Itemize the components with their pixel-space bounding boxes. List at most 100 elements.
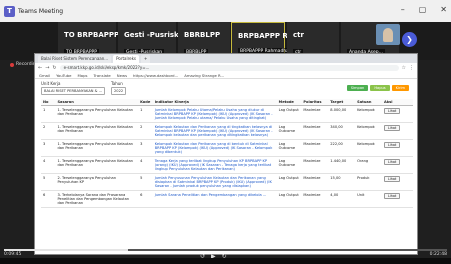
cell-target: 1.440,00: [328, 156, 356, 174]
participant-camera-video: [376, 24, 400, 45]
cell-aksi: Lihat: [381, 173, 413, 191]
table-row: 4 1. Terselenggaranya Penyuluhan Kelauta…: [41, 156, 413, 174]
table-row: 5 2. Terselenggaranya Penyuluhan Penyulu…: [41, 173, 413, 191]
browser-toolbar: ← → ↻ e-smart.kkp.go.id/ski/eksp/kmk/202…: [35, 63, 417, 72]
cell-satuan: Kelompok: [355, 105, 382, 123]
participant-name: TO BRPBAPPP: [64, 31, 120, 39]
cell-polaritas: Maximize: [301, 122, 329, 140]
bookmark-item[interactable]: https://www.dashbord...: [133, 73, 178, 78]
browser-tab[interactable]: Balai Riset Sistem Perencanaan...: [38, 55, 112, 63]
bookmarks-bar: Gmail YouTube Maps Translate News https:…: [35, 72, 417, 79]
cell-sasaran: 1. Terselenggaranya Penyuluhan Kelautan …: [55, 105, 139, 123]
bookmark-item[interactable]: Translate: [94, 73, 111, 78]
cell-satuan: Produk: [355, 173, 382, 191]
address-bar[interactable]: e-smart.kkp.go.id/ski/eksp/kmk/2022?y=..…: [59, 64, 399, 71]
cell-target: 15,00: [328, 173, 356, 191]
forward-icon[interactable]: →: [45, 65, 49, 71]
minimize-button[interactable]: –: [401, 5, 405, 14]
cell-sasaran: 1. Terselenggaranya Penyuluhan Kelautan …: [55, 139, 139, 157]
cell-target: 340,00: [328, 122, 356, 140]
bookmark-item[interactable]: YouTube: [56, 73, 71, 78]
menu-icon[interactable]: ⋮: [409, 65, 414, 71]
cell-satuan: Kelompok: [355, 122, 382, 140]
cell-no: 2: [41, 122, 56, 140]
delete-button[interactable]: Hapus: [370, 85, 390, 91]
window-controls: – ▢ ✕: [401, 5, 447, 14]
cell-no: 3: [41, 139, 56, 157]
next-participants-button[interactable]: ❯: [402, 32, 417, 47]
cell-target: 8.000,00: [328, 105, 356, 123]
cell-aksi: Lihat: [381, 122, 413, 140]
maximize-button[interactable]: ▢: [419, 5, 427, 14]
cell-sasaran: 3. Terkelolanya Sarana dan Prasarana Pen…: [55, 190, 139, 208]
teams-title-bar: T Teams Meeting – ▢ ✕: [0, 0, 451, 22]
cell-metode: Lag Output: [276, 173, 302, 191]
video-progress-fill: [4, 249, 129, 251]
elapsed-time: 0:09:45: [4, 252, 22, 257]
browser-tab-bar: Balai Riset Sistem Perencanaan... Portal…: [35, 54, 417, 63]
send-button[interactable]: Kirim: [391, 85, 409, 91]
browser-tab-active[interactable]: Portalreks: [113, 55, 139, 63]
cell-satuan: Kelompok: [355, 139, 382, 157]
reload-icon[interactable]: ↻: [52, 65, 56, 71]
cell-indikator[interactable]: Jumlah Penyusunan Penyuluhan Kelautan da…: [152, 173, 277, 191]
remaining-time: 0:22:48: [429, 252, 447, 257]
cell-no: 4: [41, 156, 56, 174]
cell-indikator[interactable]: Kelompok Kelautan dan Perikanan yang di …: [152, 122, 277, 140]
participant-name: BBRBLPP: [184, 31, 221, 39]
teams-logo-icon: T: [4, 5, 15, 17]
cell-kode: 4: [138, 156, 153, 174]
table-row: 2 1. Terselenggaranya Penyuluhan Kelauta…: [41, 122, 413, 140]
save-button[interactable]: Simpan: [346, 85, 369, 91]
cell-satuan: Unit: [355, 190, 382, 208]
cell-target: 4,00: [328, 190, 356, 208]
cell-indikator[interactable]: Tenaga Kerja yang terlibat lingkup Penyu…: [152, 156, 277, 174]
year-select[interactable]: 2022: [111, 87, 127, 95]
bookmark-item[interactable]: Amazing Strange R...: [184, 73, 224, 78]
shared-browser-window: Balai Riset Sistem Perencanaan... Portal…: [34, 53, 418, 255]
cell-kode: 6: [138, 190, 153, 208]
cell-polaritas: Maximize: [301, 105, 329, 123]
view-button[interactable]: Lihat: [383, 176, 401, 182]
unit-select[interactable]: BALAI RISET PERBANYAKAN & ...: [41, 87, 105, 95]
close-button[interactable]: ✕: [440, 5, 447, 14]
bookmark-item[interactable]: Maps: [78, 73, 88, 78]
cell-metode: Lag Output: [276, 105, 302, 123]
cell-metode: Lag Outcome: [276, 156, 302, 174]
bookmark-star-icon[interactable]: ☆: [402, 65, 406, 71]
cell-indikator[interactable]: Jumlah Sarana Penelitian dan Pengembanga…: [152, 190, 277, 208]
cell-sasaran: 2. Terselenggaranya Penyuluhan Penyuluha…: [55, 173, 139, 191]
cell-polaritas: Maximize: [301, 156, 329, 174]
table-row: 1 1. Terselenggaranya Penyuluhan Kelauta…: [41, 105, 413, 123]
cell-kode: 1: [138, 105, 153, 123]
video-seek-bar[interactable]: [4, 249, 447, 251]
cell-no: 5: [41, 173, 56, 191]
view-button[interactable]: Lihat: [383, 142, 401, 148]
new-tab-button[interactable]: +: [141, 55, 151, 63]
unit-filter: Unit Kerja BALAI RISET PERBANYAKAN & ...: [41, 81, 105, 95]
cell-satuan: Orang: [355, 156, 382, 174]
cell-aksi: Lihat: [381, 139, 413, 157]
view-button[interactable]: Lihat: [383, 108, 401, 114]
cell-sasaran: 1. Terselenggaranya Penyuluhan Kelautan …: [55, 156, 139, 174]
bookmark-item[interactable]: News: [117, 73, 127, 78]
cell-metode: Lag Outcome: [276, 139, 302, 157]
view-button[interactable]: Lihat: [383, 159, 401, 165]
cell-kode: 2: [138, 122, 153, 140]
cell-polaritas: Maximize: [301, 190, 329, 208]
bookmark-item[interactable]: Gmail: [39, 73, 50, 78]
cell-kode: 5: [138, 173, 153, 191]
back-icon[interactable]: ←: [38, 65, 42, 71]
view-button[interactable]: Lihat: [383, 125, 401, 131]
unit-label: Unit Kerja: [41, 81, 61, 86]
cell-no: 1: [41, 105, 56, 123]
view-button[interactable]: Lihat: [383, 193, 401, 199]
participant-name: ctr: [293, 31, 304, 39]
cell-indikator[interactable]: Kelompok Kelautan dan Perikanan yang di …: [152, 139, 277, 157]
cell-polaritas: Maximize: [301, 139, 329, 157]
year-label: Tahun: [111, 81, 123, 86]
page-content: Unit Kerja BALAI RISET PERBANYAKAN & ...…: [41, 81, 413, 208]
indicator-table: No Sasaran Kode Indikator Kinerja Metode…: [41, 99, 413, 208]
cell-indikator[interactable]: Jumlah Kelompok Pelaku Utama/Pelaku Usah…: [152, 105, 277, 123]
action-buttons: Simpan Hapus Kirim: [346, 85, 409, 91]
